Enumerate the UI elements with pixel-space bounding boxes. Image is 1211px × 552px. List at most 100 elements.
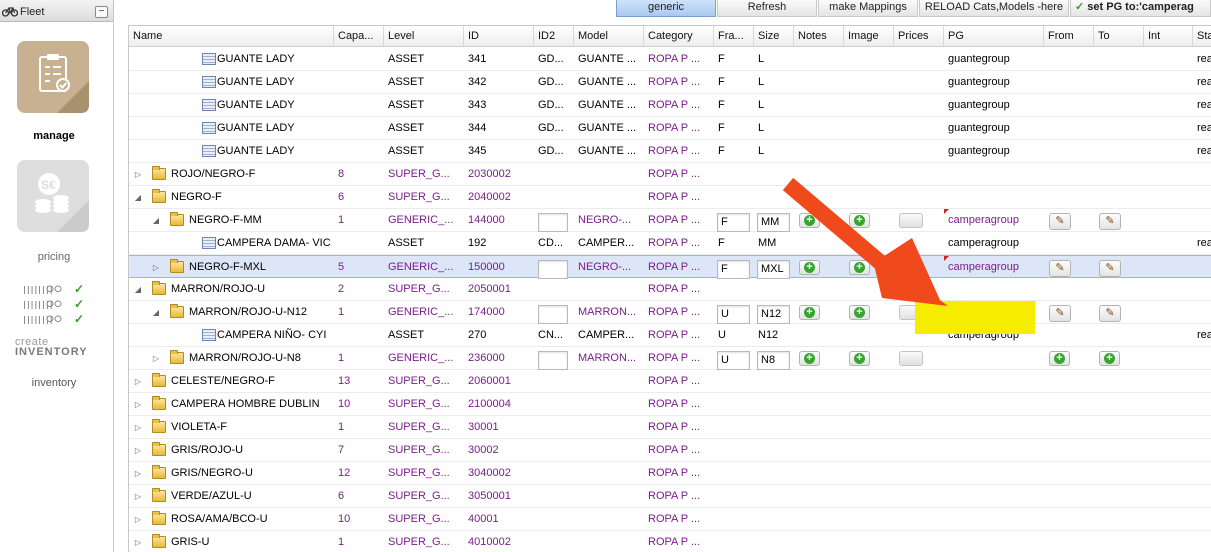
create-inventory-title[interactable]: INVENTORY [15, 346, 88, 358]
frame-input[interactable]: U [717, 305, 750, 324]
table-row[interactable]: ▷ ROSA/AMA/BCO-U 10 SUPER_G... 40001 ROPA P .… [129, 508, 1211, 531]
column-header[interactable]: Level [384, 26, 464, 47]
add-notes-button[interactable] [799, 351, 820, 366]
table-row[interactable]: ▷ ROJO/NEGRO-F 8 SUPER_G... 2030002 ROPA P ..… [129, 163, 1211, 186]
frame-input[interactable]: F [717, 260, 750, 279]
add-from-button[interactable] [1049, 351, 1070, 366]
table-row[interactable]: CAMPERA NIÑO- CYI ASSET 270 CN... CAMPER... R… [129, 324, 1211, 347]
frame-input[interactable]: U [717, 351, 750, 370]
id2-input[interactable] [538, 305, 568, 324]
id2-input[interactable] [538, 351, 568, 370]
set-pg-button[interactable]: ✓ set PG to:'camperag [1070, 0, 1211, 17]
expand-toggle-icon[interactable]: ▷ [133, 416, 143, 439]
expand-toggle-icon[interactable]: ◢ [133, 186, 143, 209]
asset-icon [202, 329, 216, 341]
edit-from-button[interactable]: ✎ [1049, 305, 1071, 322]
make-mappings-button[interactable]: make Mappings [818, 0, 918, 17]
edit-to-button[interactable]: ✎ [1099, 260, 1121, 277]
expand-toggle-icon[interactable]: ▷ [133, 462, 143, 485]
edit-from-button[interactable]: ✎ [1049, 260, 1071, 277]
table-row[interactable]: ▷ VERDE/AZUL-U 6 SUPER_G... 3050001 ROPA P ..… [129, 485, 1211, 508]
expand-toggle-icon[interactable]: ▷ [133, 163, 143, 186]
refresh-button[interactable]: Refresh [717, 0, 817, 17]
table-row[interactable]: ◢ NEGRO-F 6 SUPER_G... 2040002 ROPA P ... [129, 186, 1211, 209]
size-input[interactable]: MXL [757, 260, 790, 279]
id-cell: 343 [468, 99, 487, 111]
edit-from-button[interactable]: ✎ [1049, 213, 1071, 230]
table-row[interactable]: GUANTE LADY ASSET 343 GD... GUANTE ... ROPA P… [129, 94, 1211, 117]
inventory-status-row: |||||||| ⵔⵔ ✓ [22, 312, 92, 326]
table-row[interactable]: ▷ MARRON/ROJO-U-N8 1 GENERIC_... 236000 MARRO… [129, 347, 1211, 370]
table-row[interactable]: ▷ VIOLETA-F 1 SUPER_G... 30001 ROPA P ... [129, 416, 1211, 439]
add-image-button[interactable] [849, 260, 870, 275]
table-row[interactable]: ▷ GRIS-U 1 SUPER_G... 4010002 ROPA P ... [129, 531, 1211, 552]
table-row[interactable]: GUANTE LADY ASSET 342 GD... GUANTE ... ROPA P… [129, 71, 1211, 94]
column-header[interactable]: Size [754, 26, 794, 47]
table-row[interactable]: GUANTE LADY ASSET 344 GD... GUANTE ... ROPA P… [129, 117, 1211, 140]
size-input[interactable]: N12 [757, 305, 790, 324]
manage-tile[interactable] [17, 41, 89, 113]
column-header[interactable]: PG [944, 26, 1044, 47]
add-to-button[interactable] [1099, 351, 1120, 366]
size-input[interactable]: N8 [757, 351, 790, 370]
table-row[interactable]: ▷ GRIS/ROJO-U 7 SUPER_G... 30002 ROPA P ... [129, 439, 1211, 462]
expand-toggle-icon[interactable]: ▷ [133, 439, 143, 462]
column-header[interactable]: Name [129, 26, 334, 47]
column-header[interactable]: Fra... [714, 26, 754, 47]
edit-to-button[interactable]: ✎ [1099, 305, 1121, 322]
collapse-button[interactable]: − [95, 6, 108, 18]
level-cell: ASSET [388, 145, 425, 157]
table-row[interactable]: ◢ NEGRO-F-MM 1 GENERIC_... 144000 NEGRO-... RO… [129, 209, 1211, 232]
expand-toggle-icon[interactable]: ▷ [133, 485, 143, 508]
table-row[interactable]: ▷ GRIS/NEGRO-U 12 SUPER_G... 3040002 ROPA P .… [129, 462, 1211, 485]
expand-toggle-icon[interactable]: ▷ [133, 370, 143, 393]
frame-input[interactable]: F [717, 213, 750, 232]
pricing-tile[interactable]: S€ [17, 160, 89, 232]
size-input[interactable]: MM [757, 213, 790, 232]
generic-button[interactable]: generic [616, 0, 716, 17]
expand-toggle-icon[interactable]: ◢ [151, 301, 161, 324]
reload-button[interactable]: RELOAD Cats,Models -here [919, 0, 1069, 17]
id-cell: 144000 [468, 214, 505, 226]
expand-toggle-icon[interactable]: ▷ [151, 347, 161, 370]
table-row[interactable]: CAMPERA DAMA- VIC ASSET 192 CD... CAMPER... R… [129, 232, 1211, 255]
table-row[interactable]: GUANTE LADY ASSET 345 GD... GUANTE ... ROPA P… [129, 140, 1211, 163]
add-image-button[interactable] [849, 213, 870, 228]
column-header[interactable]: From [1044, 26, 1094, 47]
expand-toggle-icon[interactable]: ▷ [133, 531, 143, 552]
column-header[interactable]: Category [644, 26, 714, 47]
prices-button[interactable] [899, 213, 923, 228]
add-notes-button[interactable] [799, 305, 820, 320]
expand-toggle-icon[interactable]: ▷ [151, 256, 161, 279]
expand-toggle-icon[interactable]: ▷ [133, 508, 143, 531]
column-header[interactable]: Prices [894, 26, 944, 47]
column-header[interactable]: Notes [794, 26, 844, 47]
table-row[interactable]: GUANTE LADY ASSET 341 GD... GUANTE ... ROPA P… [129, 48, 1211, 71]
column-header[interactable]: Sta [1193, 26, 1211, 47]
id2-input[interactable] [538, 213, 568, 232]
expand-toggle-icon[interactable]: ◢ [133, 278, 143, 301]
edit-to-button[interactable]: ✎ [1099, 213, 1121, 230]
prices-button[interactable] [899, 260, 923, 275]
table-row[interactable]: ◢ MARRON/ROJO-U 2 SUPER_G... 2050001 ROPA P .… [129, 278, 1211, 301]
id2-input[interactable] [538, 260, 568, 279]
table-row[interactable]: ▷ CELESTE/NEGRO-F 13 SUPER_G... 2060001 ROPA … [129, 370, 1211, 393]
row-name: GRIS/ROJO-U [171, 444, 244, 456]
column-header[interactable]: To [1094, 26, 1144, 47]
column-header[interactable]: Model [574, 26, 644, 47]
column-header[interactable]: ID [464, 26, 534, 47]
table-row[interactable]: ▷ CAMPERA HOMBRE DUBLIN 10 SUPER_G... 210000… [129, 393, 1211, 416]
add-image-button[interactable] [849, 305, 870, 320]
column-header[interactable]: Capa... [334, 26, 384, 47]
expand-toggle-icon[interactable]: ◢ [151, 209, 161, 232]
column-header[interactable]: Int [1144, 26, 1193, 47]
column-header[interactable]: ID2 [534, 26, 574, 47]
table-row[interactable]: ◢ MARRON/ROJO-U-N12 1 GENERIC_... 174000 MARR… [129, 301, 1211, 324]
add-notes-button[interactable] [799, 260, 820, 275]
add-image-button[interactable] [849, 351, 870, 366]
column-header[interactable]: Image [844, 26, 894, 47]
expand-toggle-icon[interactable]: ▷ [133, 393, 143, 416]
table-row[interactable]: ▷ NEGRO-F-MXL 5 GENERIC_... 150000 NEGRO-... R… [129, 255, 1211, 279]
prices-button[interactable] [899, 351, 923, 366]
add-notes-button[interactable] [799, 213, 820, 228]
